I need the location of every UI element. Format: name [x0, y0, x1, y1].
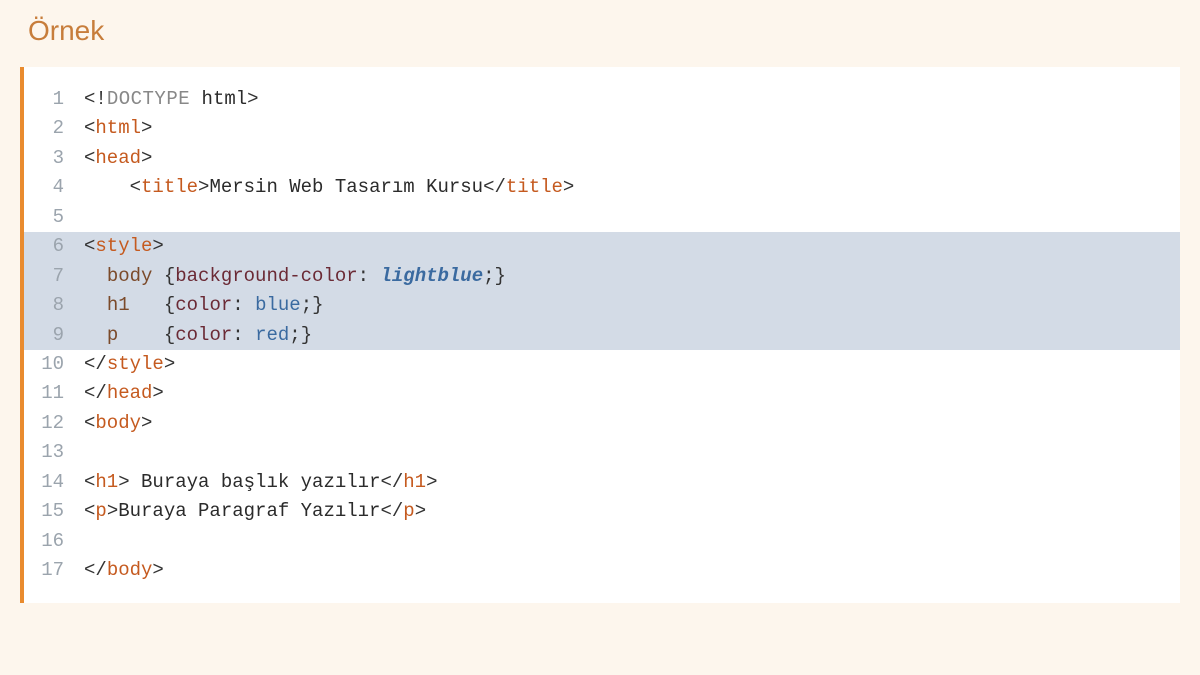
- code-line: 6<style>: [24, 232, 1180, 261]
- code-line: 17</body>: [24, 556, 1180, 585]
- code-line: 9 p {color: red;}: [24, 321, 1180, 350]
- code-content: [84, 203, 1180, 232]
- code-content: p {color: red;}: [84, 321, 1180, 350]
- code-content: <!DOCTYPE html>: [84, 85, 1180, 114]
- code-content: <body>: [84, 409, 1180, 438]
- line-number: 5: [24, 203, 84, 232]
- line-number: 15: [24, 497, 84, 526]
- line-number: 4: [24, 173, 84, 202]
- line-number: 11: [24, 379, 84, 408]
- line-number: 13: [24, 438, 84, 467]
- code-line: 8 h1 {color: blue;}: [24, 291, 1180, 320]
- code-content: </head>: [84, 379, 1180, 408]
- line-number: 14: [24, 468, 84, 497]
- code-content: <style>: [84, 232, 1180, 261]
- code-content: [84, 527, 1180, 556]
- line-number: 9: [24, 321, 84, 350]
- code-line: 13: [24, 438, 1180, 467]
- line-number: 2: [24, 114, 84, 143]
- code-content: <p>Buraya Paragraf Yazılır</p>: [84, 497, 1180, 526]
- code-content: </style>: [84, 350, 1180, 379]
- code-content: <h1> Buraya başlık yazılır</h1>: [84, 468, 1180, 497]
- code-line: 15<p>Buraya Paragraf Yazılır</p>: [24, 497, 1180, 526]
- line-number: 8: [24, 291, 84, 320]
- code-line: 5: [24, 203, 1180, 232]
- code-content: <html>: [84, 114, 1180, 143]
- code-content: </body>: [84, 556, 1180, 585]
- line-number: 7: [24, 262, 84, 291]
- code-line: 2<html>: [24, 114, 1180, 143]
- code-content: <title>Mersin Web Tasarım Kursu</title>: [84, 173, 1180, 202]
- code-line: 7 body {background-color: lightblue;}: [24, 262, 1180, 291]
- code-line: 11</head>: [24, 379, 1180, 408]
- code-line: 3<head>: [24, 144, 1180, 173]
- example-container: Örnek 1<!DOCTYPE html>2<html>3<head>4 <t…: [20, 15, 1180, 603]
- line-number: 16: [24, 527, 84, 556]
- code-line: 10</style>: [24, 350, 1180, 379]
- code-content: [84, 438, 1180, 467]
- code-content: <head>: [84, 144, 1180, 173]
- code-line: 16: [24, 527, 1180, 556]
- line-number: 17: [24, 556, 84, 585]
- line-number: 1: [24, 85, 84, 114]
- code-line: 4 <title>Mersin Web Tasarım Kursu</title…: [24, 173, 1180, 202]
- code-line: 1<!DOCTYPE html>: [24, 85, 1180, 114]
- line-number: 6: [24, 232, 84, 261]
- line-number: 10: [24, 350, 84, 379]
- code-line: 14<h1> Buraya başlık yazılır</h1>: [24, 468, 1180, 497]
- line-number: 3: [24, 144, 84, 173]
- example-heading: Örnek: [20, 15, 1180, 47]
- code-content: h1 {color: blue;}: [84, 291, 1180, 320]
- code-block: 1<!DOCTYPE html>2<html>3<head>4 <title>M…: [20, 67, 1180, 603]
- code-content: body {background-color: lightblue;}: [84, 262, 1180, 291]
- line-number: 12: [24, 409, 84, 438]
- code-line: 12<body>: [24, 409, 1180, 438]
